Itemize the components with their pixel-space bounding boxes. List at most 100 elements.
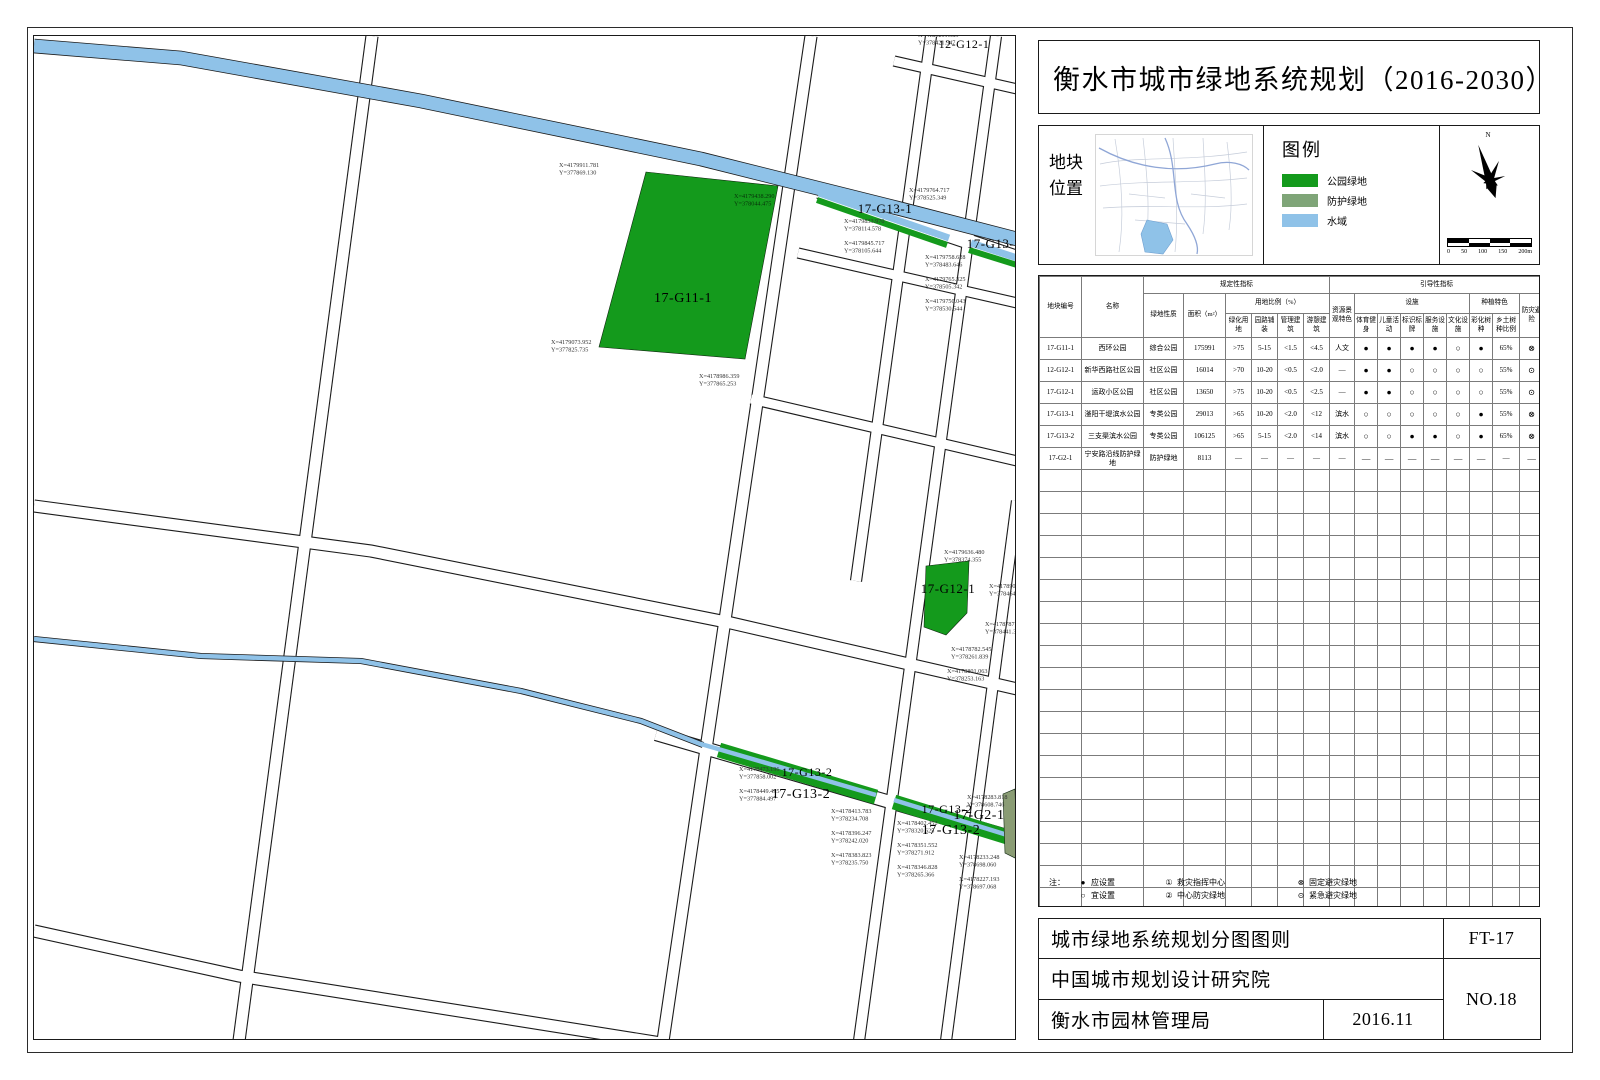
table-cell — [1226, 624, 1252, 646]
table-cell — [1424, 624, 1447, 646]
legend-label: 水域 — [1327, 213, 1347, 228]
table-cell — [1470, 668, 1493, 690]
table-cell: <1.5 — [1278, 338, 1304, 360]
table-cell: 滨水 — [1330, 426, 1355, 448]
table-cell: >75 — [1226, 382, 1252, 404]
table-cell: 8113 — [1184, 448, 1226, 470]
table-cell — [1401, 580, 1424, 602]
table-cell: 西环公园 — [1082, 338, 1144, 360]
table-cell — [1304, 536, 1330, 558]
plot-label: 17-G13-2 — [772, 787, 830, 802]
table-cell — [1493, 558, 1520, 580]
table-cell — [1304, 470, 1330, 492]
north-label: N — [1485, 131, 1490, 139]
table-cell: ○ — [1355, 426, 1378, 448]
table-cell — [1304, 822, 1330, 844]
table-cell — [1184, 514, 1226, 536]
table-cell: 运政小区公园 — [1082, 382, 1144, 404]
table-cell — [1378, 822, 1401, 844]
table-cell — [1355, 756, 1378, 778]
table-cell: >70 — [1226, 360, 1252, 382]
table-cell — [1144, 470, 1184, 492]
table-cell — [1226, 734, 1252, 756]
table-cell — [1401, 536, 1424, 558]
table-cell — [1252, 580, 1278, 602]
table-cell — [1184, 492, 1226, 514]
table-cell: 滏阳干堤滨水公园 — [1082, 404, 1144, 426]
table-cell: — — [1447, 448, 1470, 470]
table-cell — [1447, 646, 1470, 668]
table-cell — [1184, 690, 1226, 712]
coord-callout: X=4179765.325Y=378505.342 — [925, 276, 965, 290]
table-cell: ⊙ — [1520, 382, 1540, 404]
table-empty-row — [1040, 580, 1541, 602]
table-cell — [1470, 866, 1493, 888]
table-cell — [1520, 470, 1540, 492]
table-cell: 65% — [1493, 426, 1520, 448]
table-cell — [1424, 470, 1447, 492]
table-cell — [1144, 734, 1184, 756]
table-cell — [1401, 822, 1424, 844]
table-cell — [1470, 536, 1493, 558]
table-cell — [1330, 646, 1355, 668]
table-cell: — — [1493, 448, 1520, 470]
table-cell — [1401, 756, 1424, 778]
table-cell — [1493, 602, 1520, 624]
table-cell: ○ — [1424, 382, 1447, 404]
park-polygon — [924, 561, 969, 635]
table-cell — [1226, 580, 1252, 602]
table-empty-row — [1040, 492, 1541, 514]
table-cell: 16014 — [1184, 360, 1226, 382]
table-cell — [1520, 690, 1540, 712]
table-cell — [1082, 844, 1144, 866]
table-cell — [1378, 712, 1401, 734]
table-cell — [1040, 712, 1082, 734]
table-cell: 175991 — [1184, 338, 1226, 360]
table-cell — [1040, 580, 1082, 602]
note-text: 固定避灾绿地 — [1309, 877, 1429, 888]
table-cell — [1252, 470, 1278, 492]
coord-callout: X=4178782.545Y=378261.839 — [951, 646, 991, 660]
table-cell: 55% — [1493, 382, 1520, 404]
table-cell — [1493, 624, 1520, 646]
table-cell — [1184, 844, 1226, 866]
table-header-cell: 文化设施 — [1447, 314, 1470, 338]
table-cell — [1493, 492, 1520, 514]
location-section: 地块位置 — [1039, 126, 1263, 264]
table-cell: ⊙ — [1520, 360, 1540, 382]
legend-title: 图例 — [1282, 136, 1439, 162]
table-cell — [1226, 514, 1252, 536]
table-cell: — — [1252, 448, 1278, 470]
table-cell — [1493, 822, 1520, 844]
table-cell: ○ — [1447, 426, 1470, 448]
table-cell — [1355, 558, 1378, 580]
table-cell: — — [1330, 448, 1355, 470]
table-cell — [1330, 536, 1355, 558]
table-cell — [1330, 492, 1355, 514]
table-cell — [1470, 734, 1493, 756]
table-cell: — — [1424, 448, 1447, 470]
table-cell — [1355, 602, 1378, 624]
table-cell — [1252, 492, 1278, 514]
table-cell — [1252, 602, 1278, 624]
table-cell — [1330, 558, 1355, 580]
table-cell — [1278, 580, 1304, 602]
table-cell — [1226, 668, 1252, 690]
table-cell: 17-G13-2 — [1040, 426, 1082, 448]
table-cell — [1144, 800, 1184, 822]
table-cell: <2.5 — [1304, 382, 1330, 404]
table-cell — [1378, 646, 1401, 668]
table-cell — [1355, 624, 1378, 646]
plan-map: X=4179911.781Y=377869.130X=4179438.290Y=… — [34, 36, 1016, 1040]
table-empty-row — [1040, 470, 1541, 492]
table-empty-row — [1040, 756, 1541, 778]
titleblock-section: 城市绿地系统规划分图图则FT-17中国城市规划设计研究院NO.18衡水市园林管理… — [1038, 918, 1540, 1040]
table-header-cell: 防灾避险 — [1520, 294, 1540, 338]
table-cell — [1278, 514, 1304, 536]
table-cell — [1144, 492, 1184, 514]
table-cell — [1304, 558, 1330, 580]
table-cell — [1082, 712, 1144, 734]
table-cell — [1447, 492, 1470, 514]
scalebar-segment — [1510, 243, 1531, 247]
table-cell — [1040, 690, 1082, 712]
